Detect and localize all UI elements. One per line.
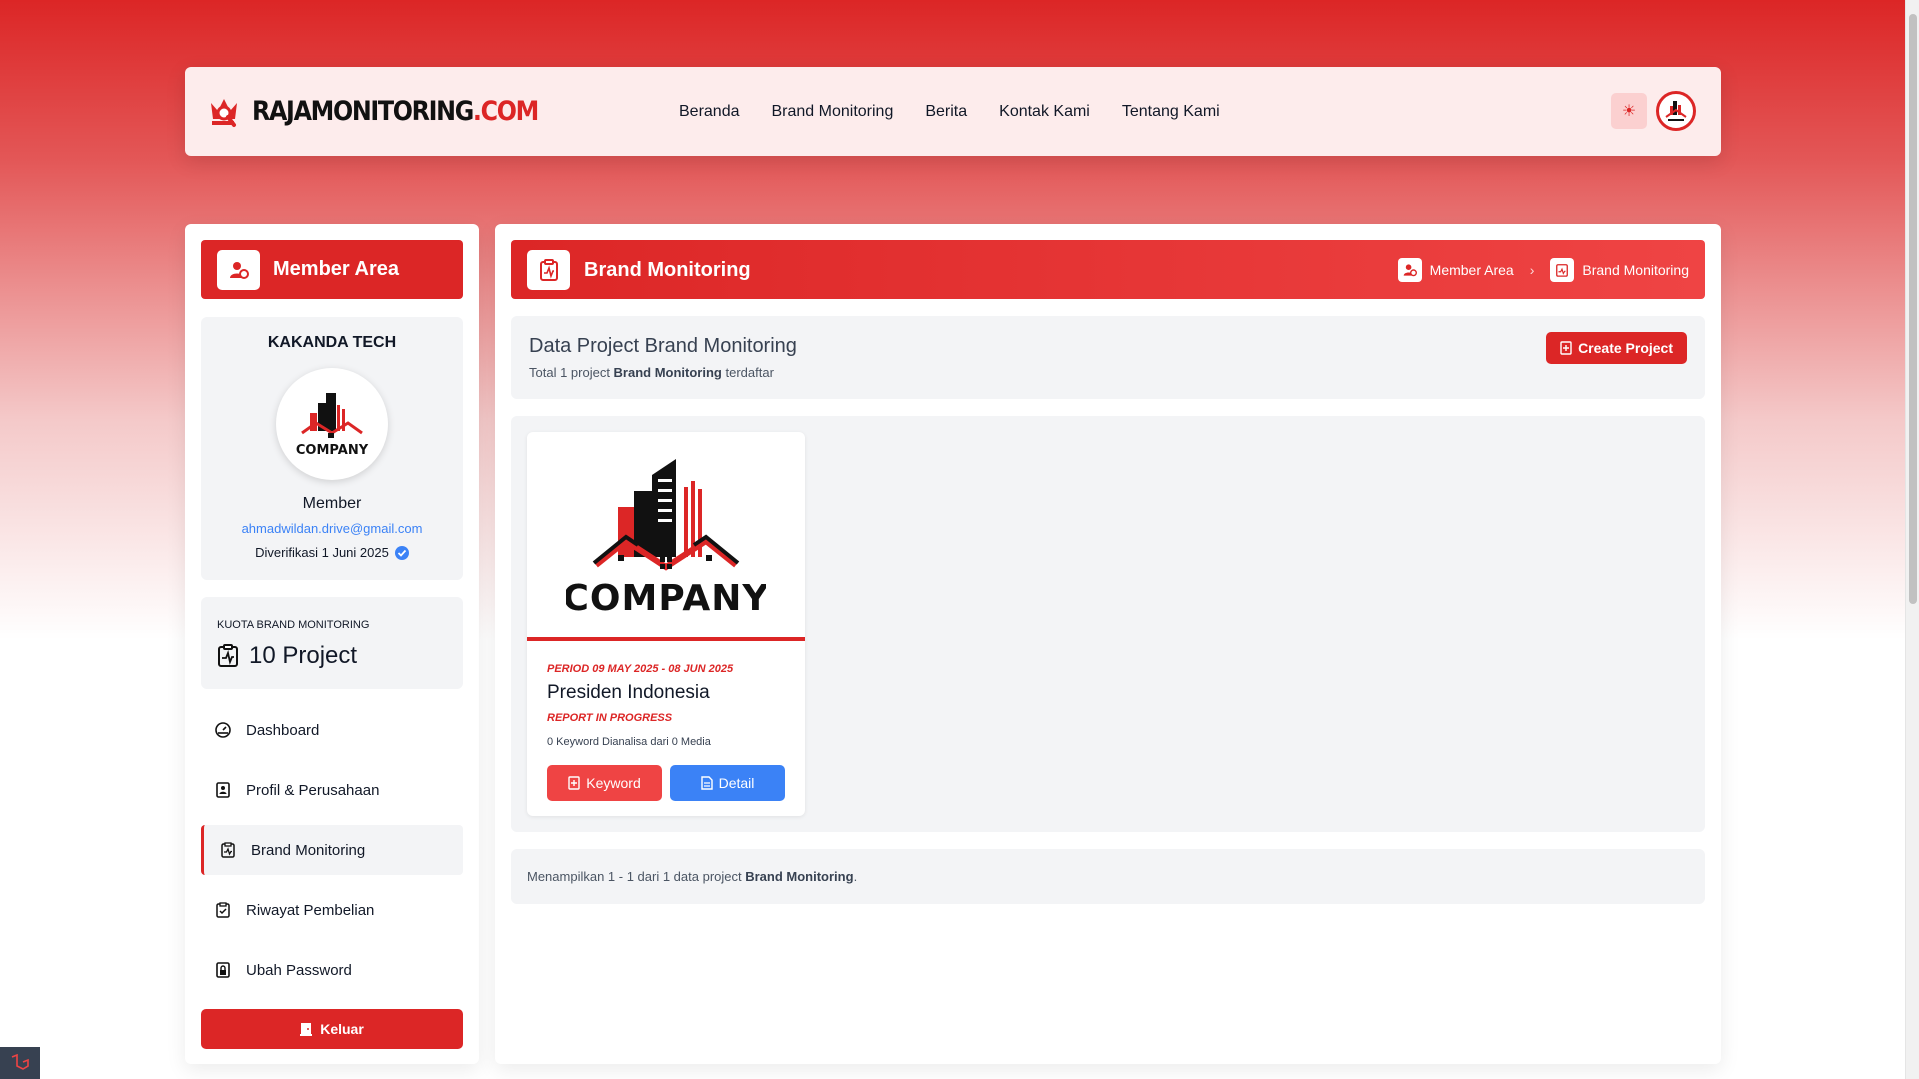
member-icon xyxy=(1397,258,1422,282)
user-avatar[interactable] xyxy=(1656,91,1696,131)
sidebar-item-riwayat-pembelian[interactable]: Riwayat Pembelian xyxy=(201,885,463,935)
logout-label: Keluar xyxy=(320,1021,364,1037)
company-building-icon: COMPANY xyxy=(566,458,766,619)
dashboard-icon xyxy=(215,722,231,738)
company-building-icon: COMPANY xyxy=(296,393,369,458)
site-logo-text: RAJAMONITORING.COM xyxy=(252,95,539,127)
quota-value: 10 Project xyxy=(249,642,358,669)
breadcrumb-member-area[interactable]: Member Area xyxy=(1430,262,1514,278)
keyword-button[interactable]: Keyword xyxy=(547,765,662,801)
project-logo: COMPANY xyxy=(527,432,805,641)
project-card: COMPANY PERIOD 09 MAY 2025 - 08 JUN 2025… xyxy=(527,432,805,816)
member-role: Member xyxy=(302,495,362,512)
sidebar-item-brand-monitoring[interactable]: Brand Monitoring xyxy=(201,825,463,875)
company-logo: COMPANY xyxy=(276,368,388,480)
svg-text:COMPANY: COMPANY xyxy=(566,578,766,619)
project-info-bar: Data Project Brand Monitoring Total 1 pr… xyxy=(511,316,1705,399)
detail-button[interactable]: Detail xyxy=(670,765,785,801)
profile-icon xyxy=(215,782,231,798)
project-grid: COMPANY PERIOD 09 MAY 2025 - 08 JUN 2025… xyxy=(511,416,1705,832)
sidebar-title: Member Area xyxy=(273,258,399,280)
crown-magnifier-icon xyxy=(211,99,237,127)
sidebar: Member Area KAKANDA TECH COMPANY Member … xyxy=(185,224,479,1064)
project-actions: Keyword Detail xyxy=(547,765,785,801)
page-header: Brand Monitoring Member Area › Brand Mon… xyxy=(511,240,1705,299)
sidebar-item-label: Brand Monitoring xyxy=(251,841,366,859)
laravel-icon xyxy=(11,1054,29,1070)
quota-value-row: 10 Project xyxy=(217,642,357,670)
company-logo-icon xyxy=(1665,101,1687,121)
logout-button[interactable]: Keluar xyxy=(201,1009,463,1049)
quota-label: KUOTA BRAND MONITORING xyxy=(217,619,370,631)
verification-status: Diverifikasi 1 Juni 2025 xyxy=(201,545,463,560)
sidebar-item-label: Profil & Perusahaan xyxy=(246,781,380,799)
main-nav: Beranda Brand Monitoring Berita Kontak K… xyxy=(679,67,1220,156)
sidebar-item-label: Ubah Password xyxy=(246,961,352,979)
nav-item-tentang-kami[interactable]: Tentang Kami xyxy=(1122,103,1220,121)
project-stats: 0 Keyword Dianalisa dari 0 Media xyxy=(547,736,711,748)
verified-check-icon xyxy=(394,545,409,560)
main-content: Brand Monitoring Member Area › Brand Mon… xyxy=(495,224,1721,1064)
svg-text:COMPANY: COMPANY xyxy=(296,443,369,458)
pagination-text: Menampilkan 1 - 1 dari 1 data project Br… xyxy=(527,869,858,884)
sidebar-item-ubah-password[interactable]: Ubah Password xyxy=(201,945,463,995)
add-file-icon xyxy=(1560,341,1572,355)
project-title: Presiden Indonesia xyxy=(547,682,710,703)
breadcrumb: Member Area › Brand Monitoring xyxy=(1397,258,1689,282)
sidebar-item-profil-perusahaan[interactable]: Profil & Perusahaan xyxy=(201,765,463,815)
page-title: Brand Monitoring xyxy=(584,259,751,281)
section-subtitle: Total 1 project Brand Monitoring terdaft… xyxy=(529,365,774,380)
logout-door-icon xyxy=(300,1023,313,1036)
company-name: KAKANDA TECH xyxy=(267,334,397,351)
project-status: REPORT IN PROGRESS xyxy=(547,712,673,724)
project-period: PERIOD 09 MAY 2025 - 08 JUN 2025 xyxy=(547,663,734,675)
monitoring-icon xyxy=(1550,258,1575,282)
chevron-right-icon: › xyxy=(1529,262,1535,278)
monitoring-report-icon xyxy=(527,250,570,290)
create-project-label: Create Project xyxy=(1578,340,1673,356)
theme-toggle-button[interactable]: ☀ xyxy=(1611,93,1647,129)
debug-badge[interactable] xyxy=(0,1047,40,1079)
sun-icon: ☀ xyxy=(1621,103,1637,120)
nav-item-brand-monitoring[interactable]: Brand Monitoring xyxy=(772,103,894,121)
detail-label: Detail xyxy=(718,775,755,791)
sidebar-item-dashboard[interactable]: Dashboard xyxy=(201,705,463,755)
sidebar-header: Member Area xyxy=(201,240,463,299)
member-icon xyxy=(217,249,260,290)
keyword-label: Keyword xyxy=(586,775,641,791)
sidebar-menu: Dashboard Profil & Perusahaan Brand Moni… xyxy=(201,705,463,1005)
monitoring-report-icon xyxy=(218,644,238,667)
profile-card: KAKANDA TECH COMPANY Member ahmadwildan.… xyxy=(201,317,463,580)
section-title: Data Project Brand Monitoring xyxy=(529,335,797,357)
verified-date: Diverifikasi 1 Juni 2025 xyxy=(255,545,389,560)
history-icon xyxy=(215,902,231,918)
document-icon xyxy=(700,776,713,790)
create-project-button[interactable]: Create Project xyxy=(1546,332,1687,364)
lock-icon xyxy=(215,962,231,978)
quota-card: KUOTA BRAND MONITORING 10 Project xyxy=(201,597,463,689)
top-navbar: RAJAMONITORING.COM Beranda Brand Monitor… xyxy=(185,67,1721,156)
sidebar-item-label: Dashboard xyxy=(246,721,320,739)
add-file-icon xyxy=(568,776,580,790)
page-scrollbar[interactable] xyxy=(1905,0,1919,1079)
breadcrumb-brand-monitoring: Brand Monitoring xyxy=(1582,262,1689,278)
site-logo[interactable]: RAJAMONITORING.COM xyxy=(208,93,577,129)
nav-item-berita[interactable]: Berita xyxy=(925,103,967,121)
nav-item-kontak-kami[interactable]: Kontak Kami xyxy=(999,103,1090,121)
monitoring-icon xyxy=(220,842,236,858)
member-email[interactable]: ahmadwildan.drive@gmail.com xyxy=(201,521,463,536)
scrollbar-thumb[interactable] xyxy=(1909,14,1917,604)
sidebar-item-label: Riwayat Pembelian xyxy=(246,901,375,919)
nav-item-beranda[interactable]: Beranda xyxy=(679,103,740,121)
pagination-info: Menampilkan 1 - 1 dari 1 data project Br… xyxy=(511,849,1705,904)
